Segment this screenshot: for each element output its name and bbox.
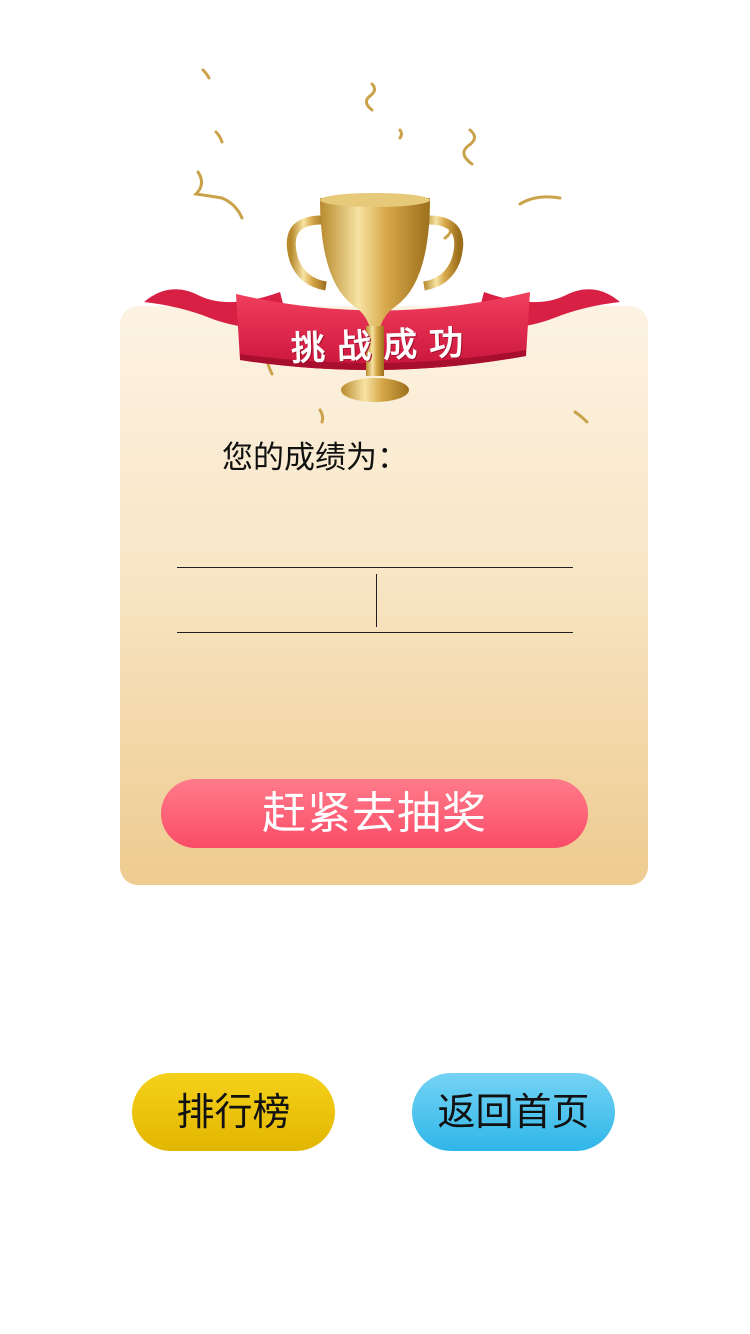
challenge-success-title: 挑战成功 xyxy=(290,322,476,370)
challenge-success-screen: 挑战成功 您的成绩为： 赶紧去抽奖 排行榜 返回首页 xyxy=(0,0,750,1334)
score-middle-divider xyxy=(376,574,377,627)
leaderboard-button[interactable]: 排行榜 xyxy=(132,1073,335,1151)
score-value-right xyxy=(380,577,570,625)
trophy-icon xyxy=(286,193,464,402)
score-value-left xyxy=(180,577,370,625)
score-bottom-divider xyxy=(177,632,573,633)
score-top-divider xyxy=(177,567,573,568)
score-label: 您的成绩为： xyxy=(222,440,408,476)
back-home-button[interactable]: 返回首页 xyxy=(412,1073,615,1151)
go-lottery-button[interactable]: 赶紧去抽奖 xyxy=(161,779,588,848)
